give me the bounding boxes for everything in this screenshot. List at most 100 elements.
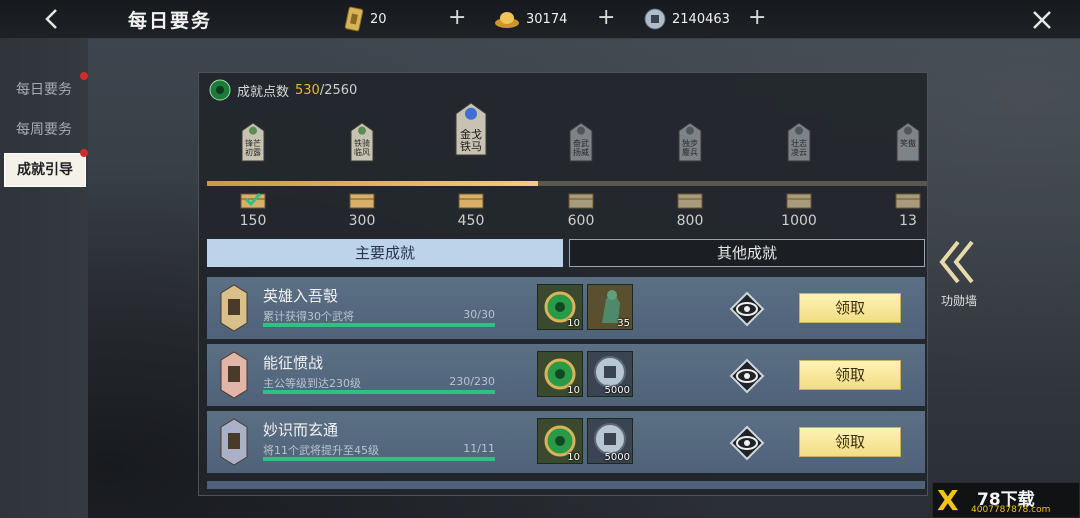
watermark-url: 4007787878.com (971, 505, 1051, 515)
achievement-progress-bar (263, 390, 495, 394)
resource-gold: 30174 + (494, 0, 615, 38)
milestone-threshold: 450 (457, 213, 485, 229)
eye-icon (729, 358, 765, 394)
chest-icon[interactable] (786, 191, 812, 209)
add-coin-button[interactable]: + (748, 5, 766, 30)
add-gold-button[interactable]: + (597, 5, 615, 30)
token-count: 20 (370, 11, 387, 27)
watermark: X 78下载 4007787878.com (932, 482, 1080, 518)
achievement-badge-icon (220, 351, 248, 399)
chest-icon[interactable] (349, 191, 375, 209)
milestone-name: 奋武扬威 (573, 139, 589, 157)
back-arrow-icon[interactable] (40, 6, 66, 32)
progress-track (207, 181, 927, 186)
reward-count: 5000 (604, 385, 630, 396)
token-icon (344, 6, 364, 32)
coin-icon (644, 8, 666, 30)
achievement-progress-fill (263, 457, 495, 461)
achievement-progress-bar (263, 323, 495, 327)
points-total: /2560 (319, 82, 358, 98)
top-bar: 每日要务 20 + 30174 + 2140463 + (0, 0, 1080, 39)
reward-item[interactable]: 10 (537, 284, 583, 330)
resource-token: 20 + (344, 0, 466, 38)
achievement-progress-fill (263, 323, 495, 327)
gold-count: 30174 (526, 11, 568, 27)
milestone-threshold: 600 (567, 213, 595, 229)
preview-eye-button[interactable] (729, 425, 765, 461)
milestone-name: 锋芒初露 (245, 139, 261, 157)
reward-count: 10 (567, 452, 580, 463)
achievement-row: 妙识而玄通 将11个武将提升至45级 11/11 10 5000 领取 (207, 411, 925, 473)
achievement-progress: 11/11 (463, 442, 495, 455)
achievement-desc: 主公等级到达230级 (263, 377, 361, 390)
sidebar-item-weekly[interactable]: 每周要务 (4, 114, 84, 146)
notification-dot (80, 149, 88, 157)
reward-item[interactable]: 5000 (587, 351, 633, 397)
claim-button[interactable]: 领取 (799, 360, 901, 390)
reward-item[interactable]: 10 (537, 351, 583, 397)
tab-other-achievements[interactable]: 其他成就 (569, 239, 925, 267)
chest-icon[interactable] (458, 191, 484, 209)
sidebar-item-achievements[interactable]: 成就引导 (4, 153, 86, 187)
sidebar-item-label: 成就引导 (17, 162, 73, 178)
sidebar: 每日要务 每周要务 成就引导 (0, 38, 88, 518)
gold-ingot-icon (495, 12, 519, 28)
achievement-badge-icon (220, 418, 248, 466)
resource-coin: 2140463 + (644, 0, 766, 38)
claim-button[interactable]: 领取 (799, 427, 901, 457)
achievement-name: 妙识而玄通 (263, 421, 339, 439)
achievement-panel: 成就点数 530 /2560 锋芒初露 铁骑临风 金戈铁马 奋武扬威 独步鏖兵 壮志凌云 笑… (198, 72, 928, 496)
page-title: 每日要务 (128, 10, 213, 32)
reward-item[interactable]: 10 (537, 418, 583, 464)
chest-icon[interactable] (895, 191, 921, 209)
merit-wall-button[interactable]: 功勋墙 (932, 238, 986, 309)
reward-item[interactable]: 5000 (587, 418, 633, 464)
chest-icon[interactable] (677, 191, 703, 209)
achievement-name: 能征惯战 (263, 354, 324, 372)
achievement-points: 成就点数 530 /2560 (209, 79, 357, 101)
notification-dot (80, 72, 88, 80)
milestone-threshold: 800 (676, 213, 704, 229)
achievement-progress: 30/30 (463, 308, 495, 321)
reward-count: 5000 (604, 452, 630, 463)
achievement-name: 英雄入吾彀 (263, 287, 339, 305)
tab-main-achievements[interactable]: 主要成就 (207, 239, 563, 267)
achievement-progress-fill (263, 390, 495, 394)
next-row-peek (207, 481, 925, 489)
preview-eye-button[interactable] (729, 291, 765, 327)
preview-eye-button[interactable] (729, 358, 765, 394)
milestone-name: 壮志凌云 (791, 139, 807, 157)
eye-icon (729, 425, 765, 461)
achievement-row: 英雄入吾彀 累计获得30个武将 30/30 10 35 领取 (207, 277, 925, 339)
milestone-name: 笑傲 (900, 139, 916, 148)
milestone-threshold: 300 (348, 213, 376, 229)
eye-icon (729, 291, 765, 327)
reward-count: 10 (567, 385, 580, 396)
progress-track-fill (207, 181, 539, 186)
reward-count: 35 (617, 318, 630, 329)
achievement-row: 能征惯战 主公等级到达230级 230/230 10 5000 领取 (207, 344, 925, 406)
milestone-name: 独步鏖兵 (682, 139, 698, 157)
achievement-badge-icon (220, 284, 248, 332)
achievement-progress-bar (263, 457, 495, 461)
watermark-mark: X (937, 484, 959, 517)
chest-claimed-icon[interactable] (240, 191, 266, 209)
sidebar-item-daily[interactable]: 每日要务 (4, 74, 84, 106)
add-token-button[interactable]: + (448, 5, 466, 30)
reward-count: 10 (567, 318, 580, 329)
close-icon[interactable] (1030, 8, 1054, 32)
sidebar-item-label: 每日要务 (16, 82, 72, 98)
achievement-desc: 将11个武将提升至45级 (263, 444, 379, 457)
reward-item[interactable]: 35 (587, 284, 633, 330)
sidebar-item-label: 每周要务 (16, 122, 72, 138)
milestone-threshold: 13 (899, 213, 917, 229)
milestone-name: 金戈铁马 (460, 129, 482, 153)
claim-button[interactable]: 领取 (799, 293, 901, 323)
milestone-threshold: 150 (239, 213, 267, 229)
points-label: 成就点数 (237, 84, 290, 100)
chest-icon[interactable] (568, 191, 594, 209)
double-chevron-left-icon (939, 240, 974, 284)
milestone-threshold: 1000 (781, 213, 817, 229)
points-current: 530 (295, 82, 320, 98)
achievement-progress: 230/230 (449, 375, 495, 388)
